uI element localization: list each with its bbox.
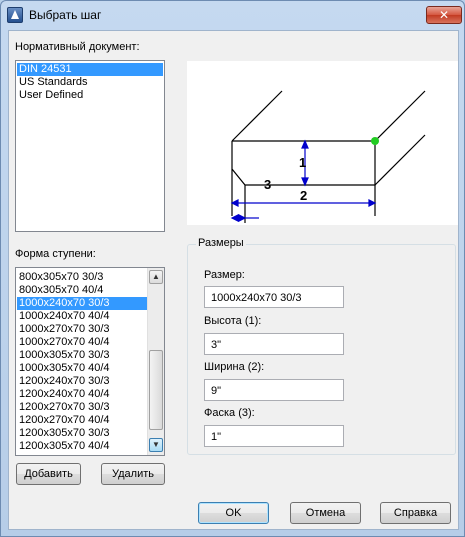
step-list-item[interactable]: 800x305x70 30/3 (17, 271, 148, 284)
steps-listbox[interactable]: 800x305x70 30/3 800x305x70 40/4 1000x240x7… (15, 267, 165, 456)
step-list-item[interactable]: 1000x270x70 30/3 (17, 323, 148, 336)
app-icon (7, 7, 23, 23)
scroll-down-button[interactable]: ▼ (149, 438, 163, 452)
standard-list-item[interactable]: DIN 24531 (17, 63, 163, 76)
standard-list-item[interactable]: User Defined (17, 89, 163, 102)
step-diagram: 1 2 3 (230, 90, 426, 223)
dimension-label-1: 1 (299, 155, 306, 170)
grip-point (371, 137, 379, 145)
size-field[interactable]: 1000x240x70 30/3 (204, 286, 344, 308)
height-label: Высота (1): (204, 315, 262, 327)
size-label: Размер: (204, 269, 245, 281)
cancel-button[interactable]: Отмена (290, 502, 361, 524)
close-icon: ✕ (438, 8, 450, 22)
arrow-up-icon: ▲ (152, 272, 160, 281)
step-preview: 1 2 3 (187, 61, 458, 225)
step-list-item[interactable]: 800x305x70 40/4 (17, 284, 148, 297)
delete-button[interactable]: Удалить (101, 463, 165, 485)
width-label: Ширина (2): (204, 361, 265, 373)
step-list-item[interactable]: 1000x240x70 40/4 (17, 310, 148, 323)
standard-listbox[interactable]: DIN 24531 US Standards User Defined (15, 60, 165, 232)
standard-label: Нормативный документ: (15, 41, 140, 53)
width-field[interactable]: 9" (204, 379, 344, 401)
window-title: Выбрать шаг (29, 8, 102, 22)
dialog-client: Нормативный документ: DIN 24531 US Standa… (8, 30, 459, 530)
step-list-item[interactable]: 1200x270x70 40/4 (17, 414, 148, 427)
standard-list-item[interactable]: US Standards (17, 76, 163, 89)
dimension-label-2: 2 (300, 188, 307, 203)
scroll-thumb[interactable] (149, 350, 163, 430)
steps-label: Форма ступени: (15, 248, 96, 260)
dimension-label-3: 3 (264, 177, 271, 192)
step-list-item[interactable]: 1200x240x70 40/4 (17, 388, 148, 401)
steps-scrollbar[interactable]: ▲ ▼ (147, 268, 164, 455)
title-bar[interactable]: Выбрать шаг ✕ (1, 1, 464, 29)
step-list-item[interactable]: 1200x305x70 40/4 (17, 440, 148, 453)
step-list-item[interactable]: 1000x305x70 40/4 (17, 362, 148, 375)
step-list-item[interactable]: 1200x305x70 30/3 (17, 427, 148, 440)
close-button[interactable]: ✕ (426, 6, 462, 24)
sizes-group: Размеры Размер: 1000x240x70 30/3 Высота … (187, 237, 456, 455)
chamfer-field[interactable]: 1" (204, 425, 344, 447)
height-field[interactable]: 3" (204, 333, 344, 355)
dialog-window: Выбрать шаг ✕ Нормативный документ: DIN … (0, 0, 465, 537)
step-list-item[interactable]: 1000x240x70 30/3 (17, 297, 148, 310)
arrow-down-icon: ▼ (152, 440, 160, 449)
step-list-item[interactable]: 1000x270x70 40/4 (17, 336, 148, 349)
help-button[interactable]: Справка (380, 502, 451, 524)
step-list-item[interactable]: 1200x270x70 30/3 (17, 401, 148, 414)
step-list-item[interactable]: 1200x240x70 30/3 (17, 375, 148, 388)
chamfer-label: Фаска (3): (204, 407, 255, 419)
add-button[interactable]: Добавить (16, 463, 81, 485)
ok-button[interactable]: OK (198, 502, 269, 524)
scroll-up-button[interactable]: ▲ (149, 270, 163, 284)
step-list-item[interactable]: 1000x305x70 30/3 (17, 349, 148, 362)
sizes-group-title: Размеры (196, 237, 246, 249)
